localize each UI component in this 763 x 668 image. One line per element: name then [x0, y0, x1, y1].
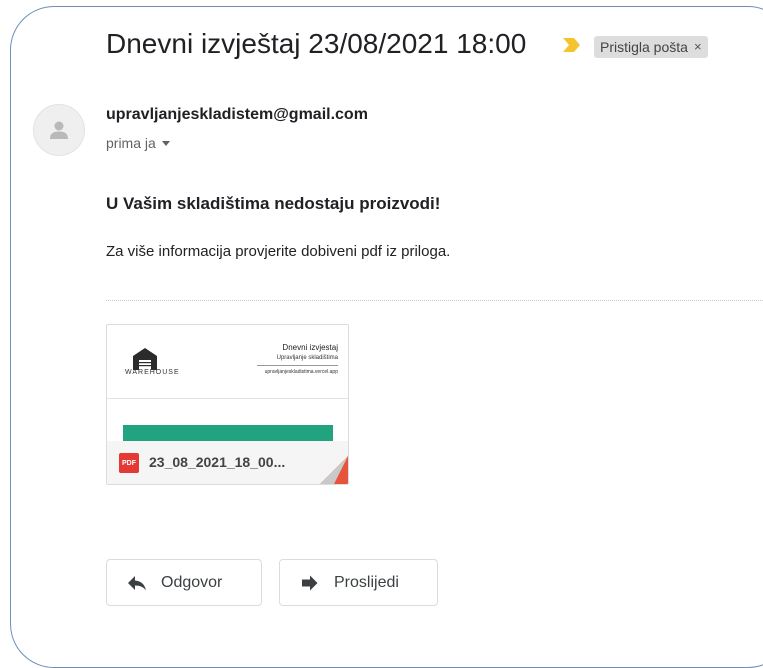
reply-label: Odgovor: [161, 573, 223, 591]
forward-label: Proslijedi: [334, 573, 399, 591]
preview-subtitle: Upravljanje skladištima: [276, 355, 338, 361]
preview-logo-text: WAREHOUSE: [125, 369, 180, 376]
page-fold-icon: [320, 456, 348, 484]
remove-label-icon[interactable]: ×: [694, 36, 702, 58]
sender-email[interactable]: upravljanjeskladistem@gmail.com: [106, 106, 368, 124]
reply-arrow-icon: [128, 575, 146, 590]
preview-title: Dnevni izvjestaj: [282, 343, 338, 352]
preview-table-header: [123, 425, 333, 441]
preview-page-break: [107, 398, 348, 399]
attachment-filename[interactable]: 23_08_2021_18_00...: [149, 454, 285, 470]
pdf-icon: PDF: [119, 453, 139, 473]
person-icon: [50, 121, 68, 139]
email-body: Za više informacija provjerite dobiveni …: [106, 243, 451, 260]
pdf-attachment[interactable]: WAREHOUSE Dnevni izvjestaj Upravljanje s…: [106, 324, 349, 485]
forward-arrow-icon: [302, 575, 318, 590]
inbox-label-text: Pristigla pošta: [600, 39, 688, 55]
preview-rule: [257, 365, 338, 366]
inbox-label-chip: Pristigla pošta ×: [594, 36, 708, 58]
forward-button[interactable]: Proslijedi: [279, 559, 438, 606]
email-subject: Dnevni izvještaj 23/08/2021 18:00: [106, 28, 527, 59]
avatar: [33, 104, 85, 156]
preview-url: upravljanjeskladistima.vercel.app: [264, 369, 338, 375]
attachment-footer[interactable]: PDF 23_08_2021_18_00...: [107, 441, 348, 484]
importance-marker-icon[interactable]: [563, 38, 580, 52]
recipient-details[interactable]: prima ja: [106, 135, 170, 151]
attachment-preview: WAREHOUSE Dnevni izvjestaj Upravljanje s…: [107, 325, 348, 441]
recipient-label: prima ja: [106, 135, 156, 151]
warehouse-logo-icon: [133, 348, 157, 370]
attachment-divider: [106, 300, 763, 301]
chevron-down-icon[interactable]: [161, 141, 170, 146]
reply-button[interactable]: Odgovor: [106, 559, 262, 606]
email-headline: U Vašim skladištima nedostaju proizvodi!: [106, 194, 441, 213]
